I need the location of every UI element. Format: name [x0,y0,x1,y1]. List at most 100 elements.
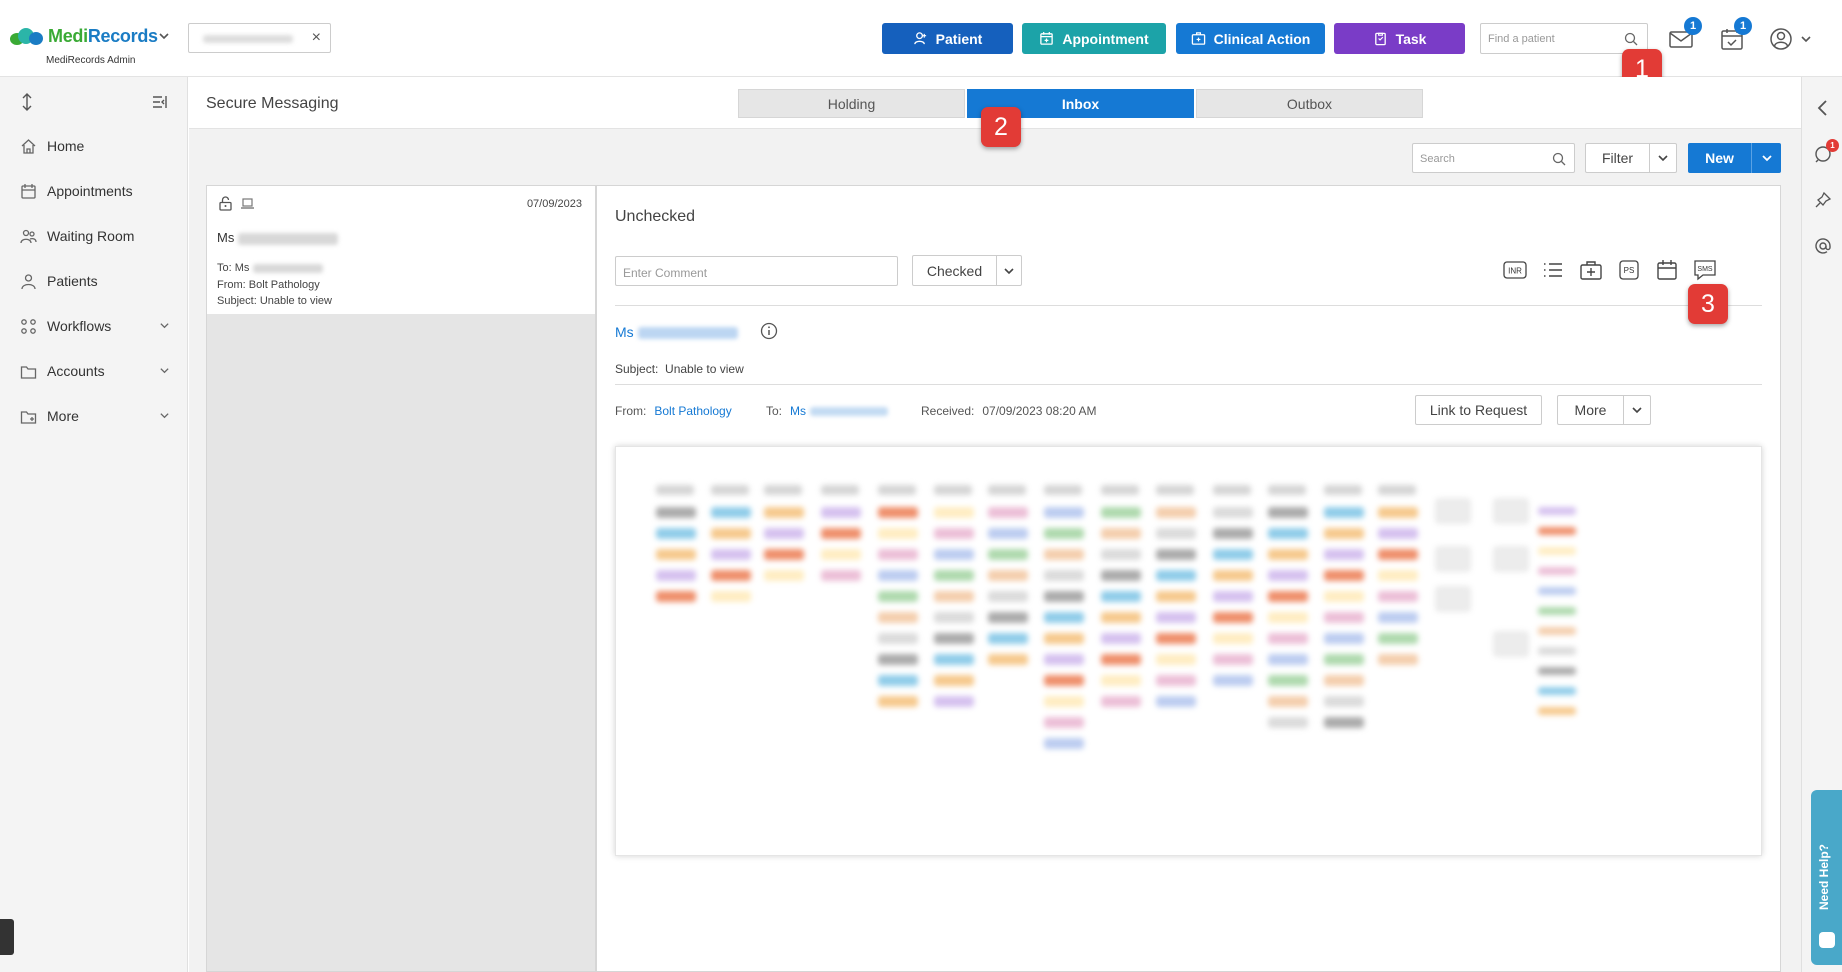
preview-block [1101,675,1141,686]
sidebar-item-patients[interactable]: Patients [20,270,170,292]
patient-name-link[interactable]: Ms [615,324,738,340]
chevron-left-icon[interactable] [1814,99,1832,117]
preview-block [1213,591,1253,602]
blurred-document-image [656,485,1576,749]
pin-icon[interactable] [1814,191,1832,209]
mail-badge: 1 [1684,17,1702,35]
info-icon[interactable] [760,322,778,340]
attachment-preview[interactable] [615,446,1762,856]
preview-block [1378,654,1418,665]
new-patient-button[interactable]: Patient [882,23,1013,54]
sidebar-item-home[interactable]: Home [20,135,170,157]
preview-block [1044,633,1084,644]
workflow-icon [21,318,36,334]
preview-block [1044,717,1084,728]
preview-block [1538,667,1576,675]
recipient-link[interactable]: Ms [790,404,806,418]
tab-holding[interactable]: Holding [738,89,965,118]
clinical-action-button[interactable]: Clinical Action [1176,23,1325,54]
people-icon [20,229,37,243]
preview-block [1101,549,1141,560]
sidebar-item-label: Waiting Room [47,228,135,244]
message-search-input[interactable]: Search [1412,143,1575,173]
sender-link[interactable]: Bolt Pathology [654,404,731,418]
preview-block [711,549,751,560]
sidebar-item-workflows[interactable]: Workflows [20,315,170,337]
preview-block [878,675,918,686]
more-button[interactable]: More [1557,395,1651,425]
ps-icon[interactable]: PS [1617,258,1641,282]
message-subject: Subject: Unable to view [217,295,332,307]
clipboard-icon [1374,32,1386,46]
user-account-icon[interactable] [1768,26,1794,52]
more-folder-icon [20,410,37,424]
filter-dropdown[interactable] [1650,144,1676,172]
chevron-down-icon [1004,267,1014,274]
new-dropdown[interactable] [1752,143,1781,173]
preview-block [1101,633,1141,644]
top-header: MediRecords MediRecords Admin × Patient … [0,0,1842,77]
preview-block [1493,631,1529,657]
step-marker-2: 2 [981,107,1021,147]
filter-button[interactable]: Filter [1585,143,1677,173]
inr-icon[interactable]: INR [1503,258,1527,282]
preview-block [1044,654,1084,665]
preview-block [988,654,1028,665]
checked-dropdown[interactable] [997,256,1021,285]
preview-block [1378,485,1416,495]
preview-block [988,485,1026,495]
chevron-down-icon [1761,155,1772,162]
new-message-button[interactable]: New [1688,143,1781,173]
calendar-icon[interactable] [1655,258,1679,282]
collapse-sidebar-icon[interactable] [152,94,168,110]
more-dropdown[interactable] [1624,396,1650,424]
appointment-button-label: Appointment [1062,30,1149,47]
sidebar-item-appointments[interactable]: Appointments [20,180,170,202]
sidebar-item-accounts[interactable]: Accounts [20,360,170,382]
close-icon[interactable]: × [312,29,321,47]
list-icon[interactable] [1541,258,1565,282]
preview-block [1101,591,1141,602]
sms-icon[interactable]: SMS [1693,258,1717,282]
find-patient-input[interactable]: Find a patient [1480,23,1648,54]
search-icon[interactable] [1552,152,1566,166]
sidebar-item-waiting-room[interactable]: Waiting Room [20,225,170,247]
message-detail: Unchecked Enter Comment Checked INR PS S… [596,185,1781,972]
message-received-meta: Received: 07/09/2023 08:20 AM [921,404,1097,418]
clinical-action-button-label: Clinical Action [1213,30,1311,47]
preview-block [934,528,974,539]
find-patient-placeholder: Find a patient [1488,33,1555,45]
need-help-tab[interactable]: Need Help? [1811,790,1842,965]
new-appointment-button[interactable]: Appointment [1022,23,1166,54]
preview-block [764,485,802,495]
new-task-button[interactable]: Task [1334,23,1465,54]
list-item[interactable]: 07/09/2023 Ms To: Ms From: Bolt Patholog… [207,186,595,314]
at-sign-icon[interactable] [1814,237,1832,255]
preview-block [1324,675,1364,686]
preview-block [1538,687,1576,695]
search-icon[interactable] [1624,32,1638,46]
app-logo[interactable]: MediRecords [10,26,158,47]
collapse-vertical-icon[interactable] [20,93,34,111]
preview-block [1538,547,1576,555]
message-list: 07/09/2023 Ms To: Ms From: Bolt Patholog… [206,185,596,972]
logo-cloud-icon [10,27,44,47]
link-to-request-button[interactable]: Link to Request [1415,395,1542,425]
print-tab[interactable] [0,919,14,955]
checked-button[interactable]: Checked [912,255,1022,286]
preview-block [1101,654,1141,665]
message-from: From: Bolt Pathology [217,279,320,291]
chevron-down-icon[interactable] [1800,33,1812,45]
chevron-down-icon [1658,155,1668,162]
medical-kit-icon[interactable] [1579,258,1603,282]
tab-outbox[interactable]: Outbox [1196,89,1423,118]
comment-input[interactable]: Enter Comment [615,256,898,286]
preview-block [934,549,974,560]
current-patient-chip[interactable]: × [188,23,331,53]
calendar-add-icon [1040,31,1054,45]
chevron-down-icon [1632,407,1642,414]
chevron-down-icon[interactable] [158,30,170,42]
sidebar-item-more[interactable]: More [20,405,170,427]
preview-block [1156,507,1196,518]
chevron-down-icon [160,368,169,374]
